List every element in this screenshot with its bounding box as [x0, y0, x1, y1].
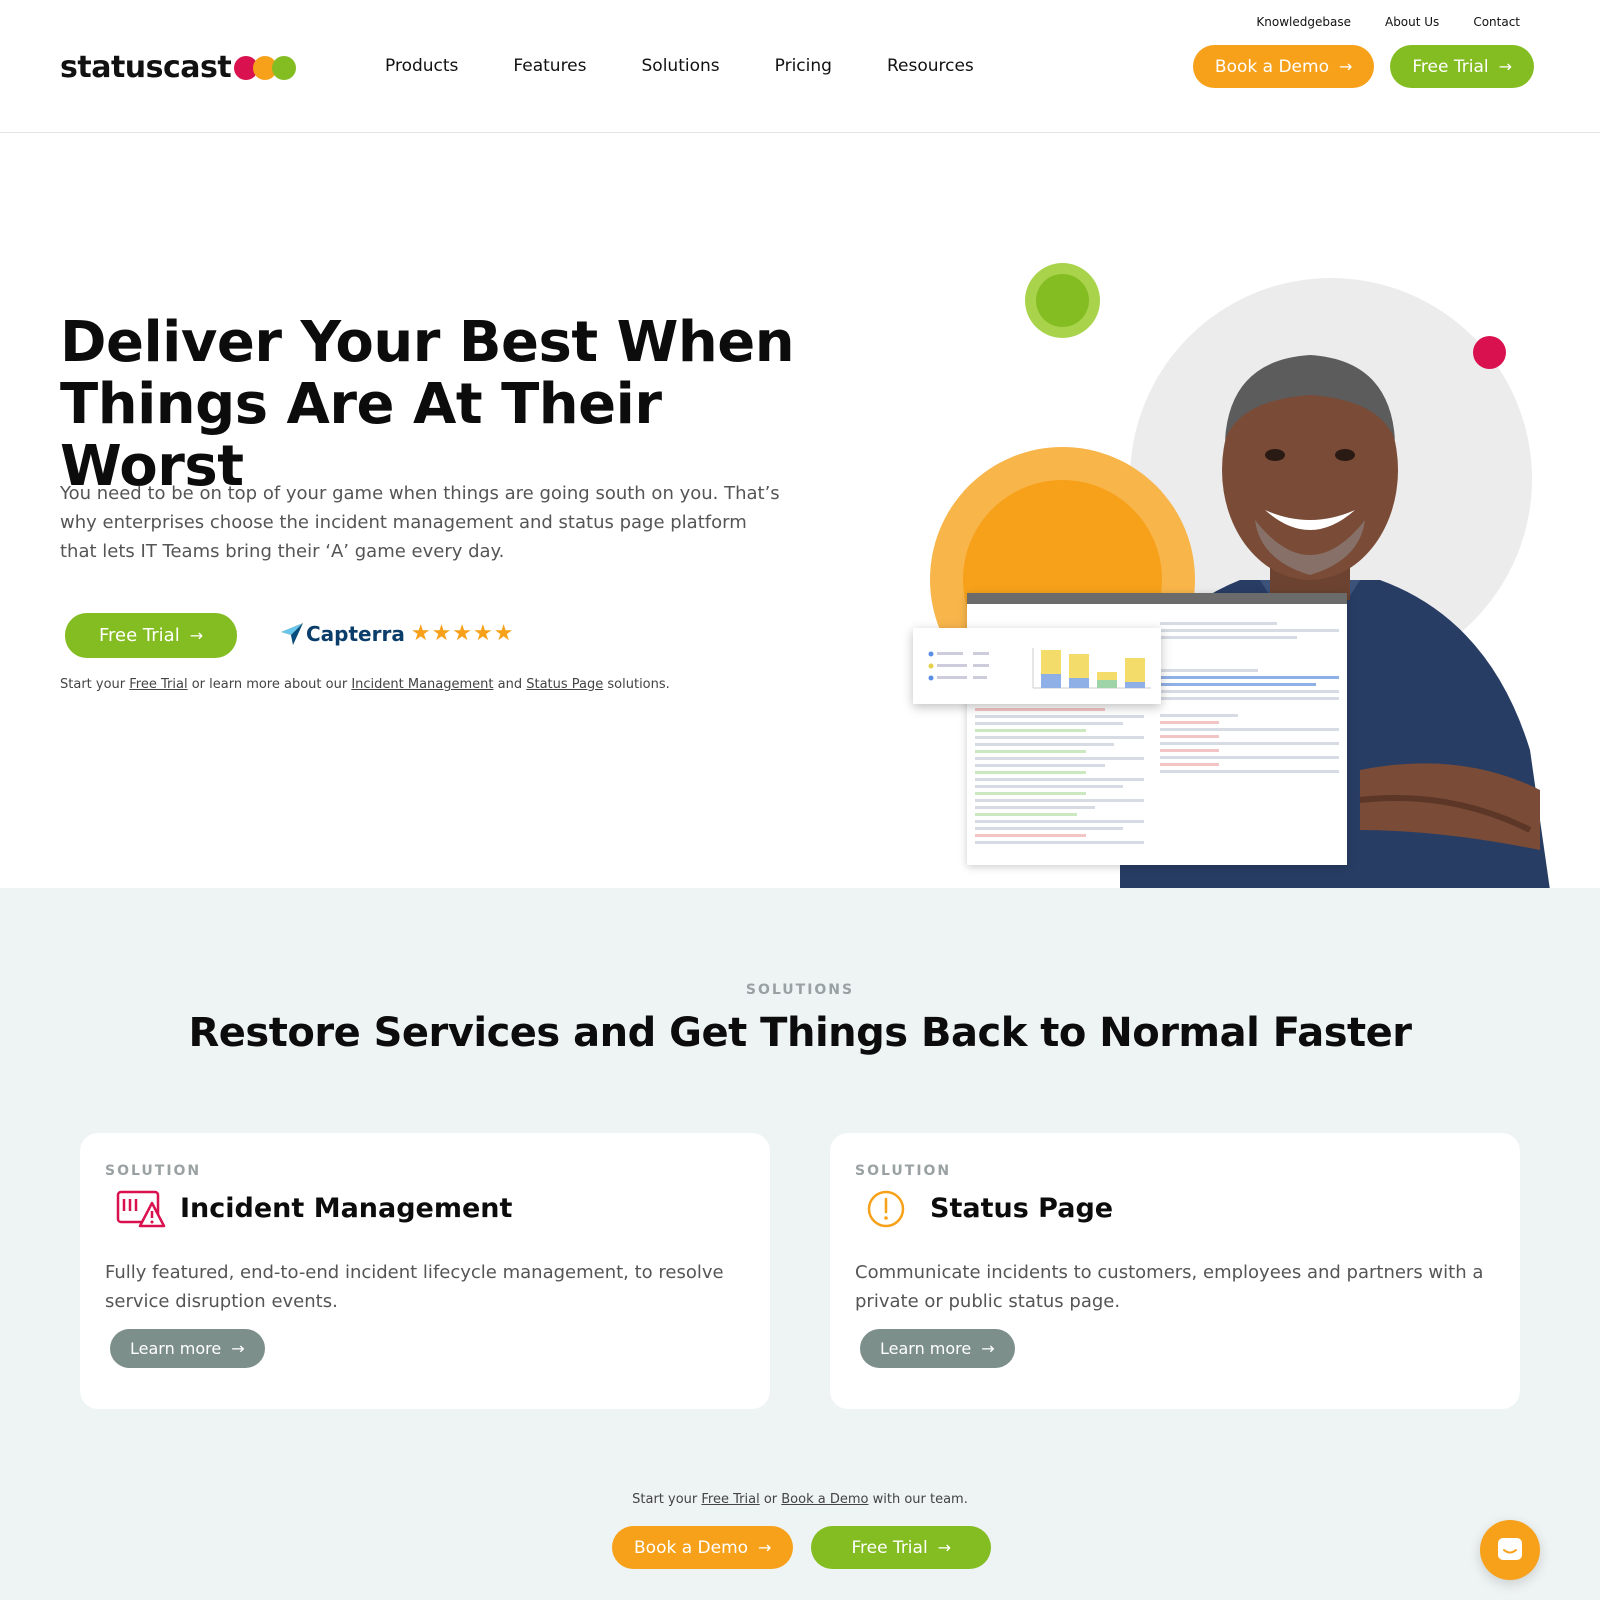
arrow-right-icon: → — [1498, 57, 1512, 76]
logo-wordmark: statuscast — [60, 50, 232, 85]
arrow-right-icon: → — [758, 1538, 772, 1557]
nav-pricing[interactable]: Pricing — [775, 56, 832, 76]
chat-icon — [1498, 1538, 1522, 1560]
learn-more-label: Learn more — [130, 1339, 222, 1358]
headline-highlight-best: Best — [458, 310, 598, 375]
card-eyebrow: SOLUTION — [855, 1163, 952, 1179]
nav-features[interactable]: Features — [513, 56, 586, 76]
capterra-rating-badge[interactable]: Capterra ★★★★★ — [281, 621, 514, 646]
capterra-stars: ★★★★★ — [410, 621, 515, 646]
arrow-right-icon: → — [1338, 57, 1353, 76]
free-trial-label: Free Trial — [1412, 56, 1489, 77]
capterra-arrow-icon — [281, 622, 303, 645]
utility-link-knowledgebase[interactable]: Knowledgebase — [1256, 15, 1351, 29]
logo-dots-icon — [234, 55, 297, 81]
footnote-incident-management-link[interactable]: Incident Management — [351, 677, 493, 692]
free-trial-label: Free Trial — [851, 1537, 928, 1558]
hero-free-trial-label: Free Trial — [99, 625, 180, 646]
book-demo-label: Book a Demo — [634, 1537, 749, 1558]
statuscast-logo[interactable]: statuscast — [60, 50, 297, 85]
learn-more-label: Learn more — [880, 1339, 972, 1358]
utility-nav: Knowledgebase About Us Contact — [1222, 15, 1520, 29]
bottom-book-demo-button[interactable]: Book a Demo → — [612, 1526, 794, 1569]
arrow-right-icon: → — [937, 1538, 952, 1557]
hero-footnote: Start your Free Trial or learn more abou… — [60, 677, 670, 692]
utility-link-contact[interactable]: Contact — [1473, 15, 1520, 29]
solutions-section: SOLUTIONS Restore Services and Get Thing… — [0, 888, 1600, 1600]
hero-headline: Deliver Your Best When Things Are At The… — [60, 312, 820, 498]
learn-more-incident-management-button[interactable]: Learn more → — [110, 1329, 265, 1368]
incidents-bar-chart — [928, 648, 1151, 689]
capterra-logo: Capterra — [281, 622, 405, 646]
arrow-right-icon: → — [981, 1339, 995, 1358]
footnote-book-demo-link[interactable]: Book a Demo — [781, 1492, 868, 1507]
solutions-footnote: Start your Free Trial or Book a Demo wit… — [632, 1492, 968, 1507]
bottom-free-trial-button[interactable]: Free Trial → — [811, 1526, 992, 1569]
hero-description: You need to be on top of your game when … — [60, 483, 780, 562]
card-description: Fully featured, end-to-end incident life… — [105, 1262, 724, 1312]
solutions-title: Restore Services and Get Things Back to … — [188, 1010, 1413, 1056]
card-title: Status Page — [930, 1193, 1114, 1224]
header-cta-group: Book a Demo → Free Trial → — [1192, 45, 1534, 88]
book-demo-button[interactable]: Book a Demo → — [1192, 45, 1375, 88]
exclamation-circle-icon — [867, 1190, 905, 1228]
utility-link-about-us[interactable]: About Us — [1385, 15, 1439, 29]
footnote-status-page-link[interactable]: Status Page — [526, 677, 603, 692]
book-demo-label: Book a Demo — [1214, 56, 1329, 77]
card-eyebrow: SOLUTION — [105, 1163, 202, 1179]
chat-launcher-button[interactable] — [1480, 1520, 1540, 1580]
card-description: Communicate incidents to customers, empl… — [855, 1262, 1484, 1312]
hero-free-trial-button[interactable]: Free Trial → — [65, 613, 238, 658]
incidents-mini-chart-card — [913, 628, 1161, 704]
footnote-free-trial-link[interactable]: Free Trial — [129, 677, 187, 692]
decor-green-circle-inner — [1036, 274, 1089, 327]
card-title: Incident Management — [180, 1193, 513, 1224]
nav-resources[interactable]: Resources — [887, 56, 974, 76]
site-header: Knowledgebase About Us Contact statuscas… — [0, 0, 1600, 133]
free-trial-button[interactable]: Free Trial → — [1390, 45, 1534, 88]
learn-more-status-page-button[interactable]: Learn more → — [860, 1329, 1015, 1368]
nav-products[interactable]: Products — [385, 56, 458, 76]
nav-solutions[interactable]: Solutions — [642, 56, 720, 76]
arrow-right-icon: → — [231, 1339, 245, 1358]
footnote-free-trial-link[interactable]: Free Trial — [701, 1492, 759, 1507]
solutions-cta-group: Book a Demo → Free Trial → — [612, 1526, 992, 1569]
incident-alert-icon — [116, 1190, 166, 1228]
main-nav: Products Features Solutions Pricing Reso… — [385, 56, 1029, 76]
headline-part-1: Deliver Your — [60, 310, 459, 375]
solution-card-incident-management: SOLUTION Incident Management Fully featu… — [80, 1133, 770, 1409]
arrow-right-icon: → — [189, 626, 204, 645]
solutions-eyebrow: SOLUTIONS — [745, 982, 855, 998]
solution-card-status-page: SOLUTION Status Page Communicate inciden… — [830, 1133, 1520, 1409]
hero-section: Deliver Your Best When Things Are At The… — [0, 134, 1600, 888]
